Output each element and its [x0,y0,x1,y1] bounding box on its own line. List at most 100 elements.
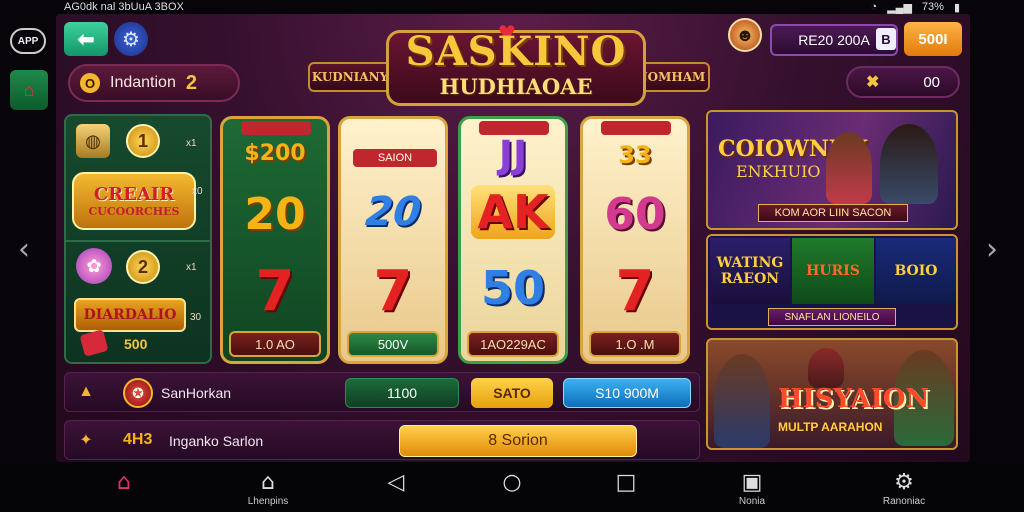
level-badge: O [80,73,100,93]
reel-footer: 500V [347,331,439,357]
nav-home-circle[interactable]: ○ [482,470,542,510]
reel-symbol-bottom: 50 [480,261,545,315]
recents-icon: □ [615,470,637,495]
notes-icon: ▣ [741,470,763,495]
reel-footer: 1AO229AC [467,331,559,357]
rewards-panel: ◍ 1 x1 CREAIR CUCOORCHES x0 ✿ 2 x1 DIARD… [64,114,212,364]
gift-icon [79,329,109,357]
avatar[interactable]: ☻ [728,18,762,52]
nav-home[interactable]: ⌂ Lhenpins [238,470,298,510]
reward-banner-2[interactable]: DIARDALIO [74,298,186,332]
balance-value: RE20 200A [798,32,870,48]
logo-subtitle: HUDHIAOAE [439,74,593,99]
reel-footer: 1.O .M [589,331,681,357]
logo-title: SASKINO [405,28,627,75]
nav-settings[interactable]: ⚙ Ranoniac [874,470,934,510]
user-icon: ☻ [735,24,755,45]
back-icon: ◁ [387,470,405,495]
nav-home-label: Lhenpins [247,496,289,507]
status-left-text: AG0dk nal 3bUuA 3BOX [64,1,184,13]
reel-tag [601,121,671,135]
reel-footer: 1.0 AO [229,331,321,357]
reward-banner-1-sub: CUCOORCHES [88,205,180,218]
level-label: Indantion [110,74,176,91]
reward-banner-1[interactable]: CREAIR CUCOORCHES [72,172,196,230]
host-man-image [880,124,938,204]
reel-symbol-top: 33 [618,141,652,169]
game-window: ⬅ ⚙ O Indantion 2 KUDNIANY NOMHAM ♥ SASK… [56,14,970,462]
reel-symbol-bottom: 7 [373,259,413,324]
buy-button[interactable]: 500I [904,22,962,56]
reward-mult-4: 30 [190,312,202,323]
nav-recents[interactable]: □ [596,470,656,510]
spin-button[interactable]: 8 Sorion [399,425,637,457]
max-bet-button[interactable]: SATO [471,378,553,408]
promo-2-tile-3[interactable]: BOIO [876,238,956,304]
bet-row-label: SanHorkan [161,385,232,401]
nav-back[interactable]: ◁ [366,470,426,510]
reel-symbol-mid: AK [471,185,555,239]
settings-icon: ⚙ [894,470,914,495]
status-bar: AG0dk nal 3bUuA 3BOX ◔ ▂▄▆ 73% ▮ [0,0,1024,14]
wifi-icon: ◔ [870,1,878,13]
reward-mult-1: x1 [186,138,197,149]
nav-notes[interactable]: ▣ Nonia [722,470,782,510]
promo-3-title: HISYAION [778,384,930,414]
promo-card-2[interactable]: WATING RAEON HURIS BOIO SNAFLAN LIONEILO [706,234,958,330]
promo-2-tile-1[interactable]: WATING RAEON [710,238,790,304]
lightning-icon[interactable]: ✦ [75,429,97,451]
reel-symbol-bottom: 7 [255,259,295,324]
reel-symbol-mid: 20 [244,189,306,240]
nav-casino[interactable]: ⌂ [94,470,154,510]
reward-mult-3: x1 [186,262,197,273]
reward-mult-2: x0 [192,186,203,197]
back-button[interactable]: ⬅ [64,22,108,56]
spin-control-row: ✦ 4H3 Inganko Sarlon 8 Sorion [64,420,700,460]
promo-1-subtitle: ENKHUIO [736,162,821,181]
nav-notes-label: Nonia [738,496,766,507]
promo-3-subtitle: MULTP AARAHON [778,420,883,434]
reel-2[interactable]: SAION 20 7 500V [338,116,448,364]
settings-button[interactable]: ⚙ [114,22,148,56]
reel-4[interactable]: 33 60 7 1.O .M [580,116,690,364]
bottom-navigation: ⌂ ⌂ Lhenpins ◁ ○ □ ▣ Nonia ⚙ Ranoniac [0,462,1024,512]
gear-icon: ⚙ [122,28,140,51]
promo-1-bar: KOM AOR LIIN SACON [758,204,908,222]
reward-coin-1[interactable]: 1 [126,124,160,158]
promo-2-tile-2[interactable]: HURIS [792,238,874,304]
promo-2-bar: SNAFLAN LIONEILO [768,308,896,326]
app-badge[interactable]: APP [10,28,46,54]
coin-icon: ✖ [866,74,880,91]
ribbon-left: KUDNIANY [308,62,392,92]
reel-symbol-top: JJ [498,133,528,177]
arrow-up-icon[interactable]: ▲ [75,381,97,403]
rail-home-button[interactable]: ⌂ [10,70,48,110]
reel-symbol-mid: 60 [604,189,666,240]
battery-icon: ▮ [953,1,960,14]
reel-3[interactable]: JJ AK 50 1AO229AC [458,116,568,364]
reel-1[interactable]: $200 20 7 1.0 AO [220,116,330,364]
casino-icon: ⌂ [117,470,131,495]
jar-icon: ◍ [76,124,110,158]
screen: AG0dk nal 3bUuA 3BOX ◔ ▂▄▆ 73% ▮ APP ⌂ ‹… [0,0,1024,512]
gem-icon: ✿ [76,248,112,284]
medal-icon: ✪ [123,378,153,408]
signal-icon: ▂▄▆ [887,1,912,14]
reward-coin-2[interactable]: 2 [126,250,160,284]
chevron-right-icon[interactable]: › [986,232,998,267]
reward-value: 500 [124,336,148,352]
level-number: 2 [185,71,197,94]
home-icon: ⌂ [261,470,275,495]
chevron-left-icon[interactable]: ‹ [18,232,30,267]
home-circle-icon: ○ [502,470,522,495]
wallet-icon[interactable]: B [876,28,896,50]
win-amount-button[interactable]: S10 900M [563,378,691,408]
promo-card-1[interactable]: COIOWNUN ENKHUIO KOM AOR LIIN SACON [706,110,958,230]
battery-level: 73% [921,1,944,13]
reward-banner-1-title: CREAIR [93,184,175,205]
bet-amount-button[interactable]: 1100 [345,378,459,408]
reel-symbol-mid: 20 [358,189,427,235]
promo-card-3[interactable]: HISYAION MULTP AARAHON [706,338,958,450]
reel-symbol-bottom: 7 [615,259,655,324]
reel-symbol-top: $200 [244,141,306,166]
